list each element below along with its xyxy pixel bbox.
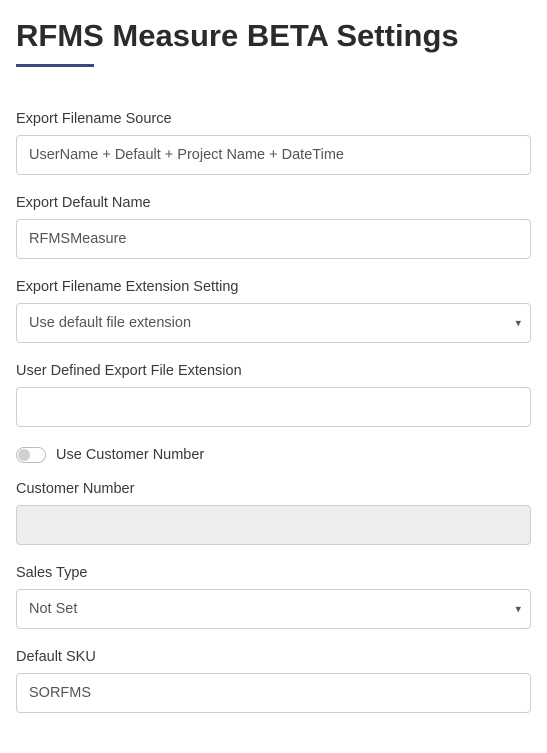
toggle-use-customer-number[interactable] <box>16 447 46 463</box>
field-export-default-name: Export Default Name <box>16 195 531 259</box>
field-user-defined-ext: User Defined Export File Extension <box>16 363 531 427</box>
field-sales-type: Sales Type Not Set ▾ <box>16 565 531 629</box>
label-default-sku: Default SKU <box>16 649 531 665</box>
page-title: RFMS Measure BETA Settings <box>16 18 531 54</box>
select-sales-type[interactable]: Not Set <box>16 589 531 629</box>
label-export-filename-source: Export Filename Source <box>16 111 531 127</box>
label-use-customer-number: Use Customer Number <box>56 447 204 463</box>
select-export-ext-setting[interactable]: Use default file extension <box>16 303 531 343</box>
toggle-use-customer-number-row: Use Customer Number <box>16 447 531 463</box>
label-export-default-name: Export Default Name <box>16 195 531 211</box>
input-default-sku[interactable] <box>16 673 531 713</box>
input-export-default-name[interactable] <box>16 219 531 259</box>
label-export-ext-setting: Export Filename Extension Setting <box>16 279 531 295</box>
field-export-ext-setting: Export Filename Extension Setting Use de… <box>16 279 531 343</box>
title-underline <box>16 64 94 67</box>
input-user-defined-ext[interactable] <box>16 387 531 427</box>
label-user-defined-ext: User Defined Export File Extension <box>16 363 531 379</box>
input-customer-number <box>16 505 531 545</box>
toggle-knob <box>18 449 30 461</box>
field-default-sku: Default SKU <box>16 649 531 713</box>
field-export-filename-source: Export Filename Source <box>16 111 531 175</box>
field-customer-number: Customer Number <box>16 481 531 545</box>
input-export-filename-source[interactable] <box>16 135 531 175</box>
label-customer-number: Customer Number <box>16 481 531 497</box>
label-sales-type: Sales Type <box>16 565 531 581</box>
